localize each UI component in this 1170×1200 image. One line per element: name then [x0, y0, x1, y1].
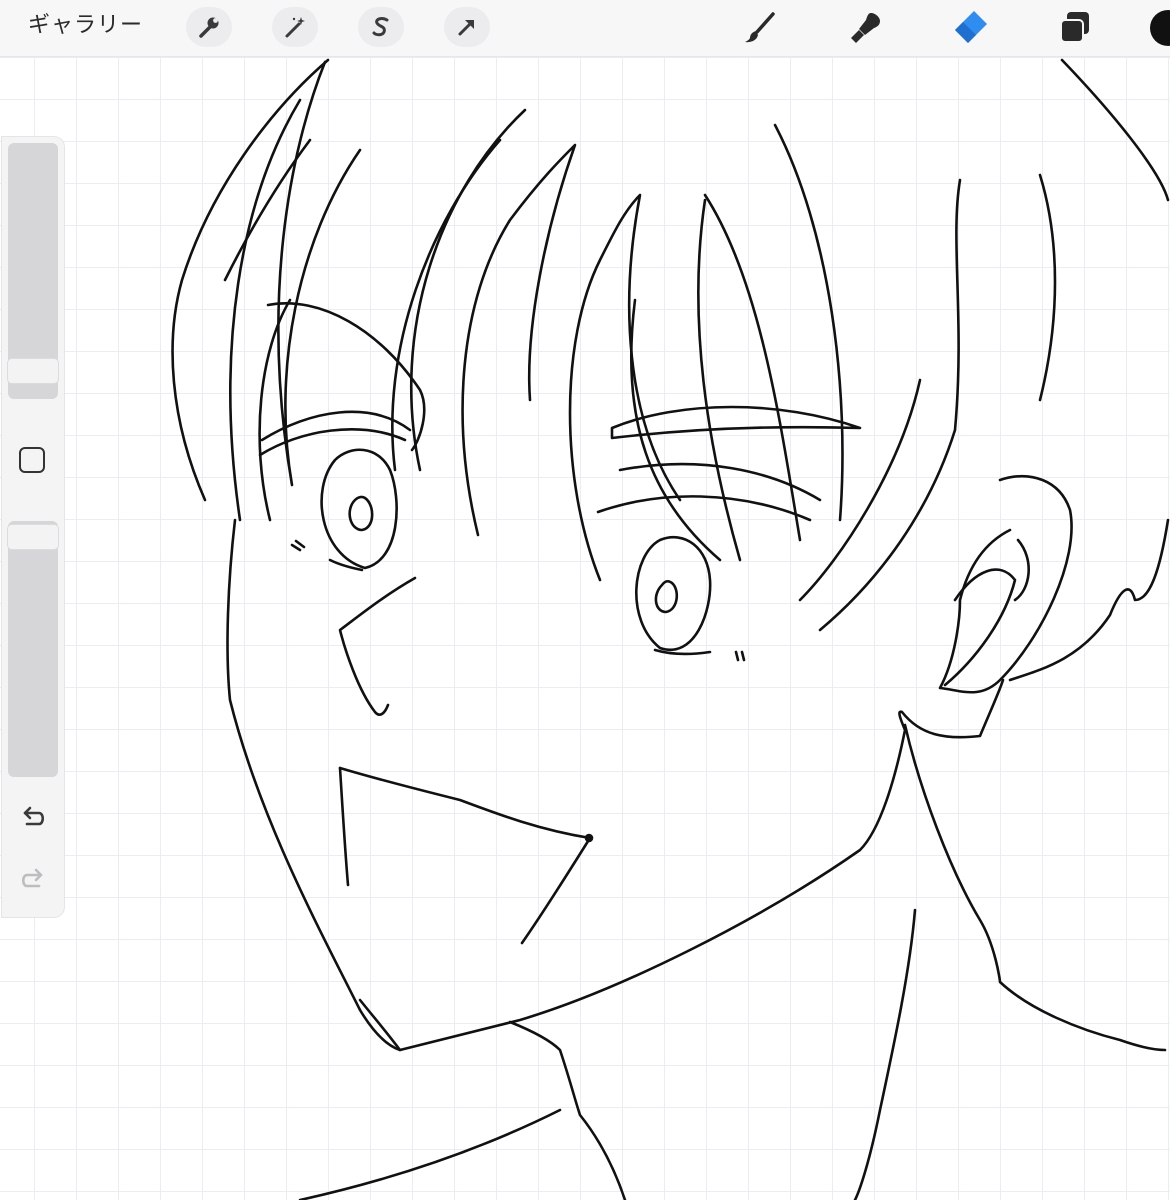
smudge-tool-button[interactable]	[844, 6, 888, 50]
selection-button[interactable]	[358, 7, 404, 47]
undo-icon	[23, 806, 45, 826]
transform-arrow-icon	[458, 20, 474, 36]
layers-icon	[1060, 12, 1089, 43]
redo-icon	[21, 868, 43, 888]
eraser-tool-button[interactable]	[948, 6, 992, 50]
wrench-icon	[199, 17, 219, 38]
drawing-canvas[interactable]	[0, 57, 1170, 1200]
color-picker-button[interactable]	[1150, 10, 1170, 46]
modify-button[interactable]	[19, 447, 45, 473]
opacity-handle[interactable]	[8, 525, 58, 549]
undo-button[interactable]	[17, 801, 49, 833]
top-toolbar: ギャラリー	[0, 0, 1170, 57]
layers-button[interactable]	[1053, 6, 1097, 50]
brush-icon	[745, 12, 775, 43]
gallery-button[interactable]: ギャラリー	[28, 10, 143, 42]
line-art-sketch	[171, 58, 1170, 1200]
eraser-icon	[955, 11, 987, 43]
redo-button[interactable]	[17, 863, 49, 895]
selection-s-icon	[372, 17, 389, 37]
brush-size-handle[interactable]	[8, 359, 58, 383]
brush-size-slider[interactable]	[8, 143, 58, 399]
transform-button[interactable]	[444, 7, 490, 47]
smudge-icon	[851, 13, 880, 43]
brush-tool-button[interactable]	[738, 6, 782, 50]
actions-button[interactable]	[186, 7, 232, 47]
opacity-slider[interactable]	[8, 521, 58, 777]
left-sidebar	[2, 137, 64, 917]
magic-wand-icon	[285, 17, 305, 38]
adjustments-button[interactable]	[272, 7, 318, 47]
